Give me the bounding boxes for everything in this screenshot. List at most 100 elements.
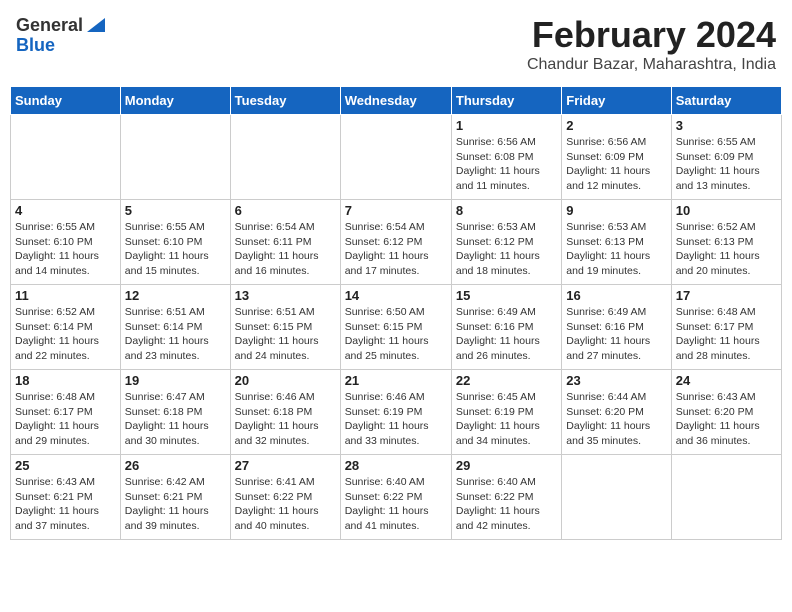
day-number: 20 (235, 373, 336, 388)
calendar-cell: 21Sunrise: 6:46 AMSunset: 6:19 PMDayligh… (340, 370, 451, 455)
day-number: 25 (15, 458, 116, 473)
weekday-header: Thursday (451, 87, 561, 115)
day-info: Sunrise: 6:51 AMSunset: 6:15 PMDaylight:… (235, 305, 336, 364)
day-info: Sunrise: 6:48 AMSunset: 6:17 PMDaylight:… (676, 305, 777, 364)
day-number: 12 (125, 288, 226, 303)
calendar-cell: 13Sunrise: 6:51 AMSunset: 6:15 PMDayligh… (230, 285, 340, 370)
day-number: 10 (676, 203, 777, 218)
weekday-header: Friday (562, 87, 671, 115)
day-number: 3 (676, 118, 777, 133)
day-info: Sunrise: 6:55 AMSunset: 6:10 PMDaylight:… (15, 220, 116, 279)
calendar-cell: 25 Sunrise: 6:43 AMSunset: 6:21 PMDayligh… (11, 455, 121, 540)
logo-blue: Blue (16, 35, 55, 55)
week-row: 11Sunrise: 6:52 AMSunset: 6:14 PMDayligh… (11, 285, 782, 370)
calendar-cell: 27 Sunrise: 6:41 AMSunset: 6:22 PMDayligh… (230, 455, 340, 540)
calendar-cell (340, 115, 451, 200)
day-info: Sunrise: 6:49 AMSunset: 6:16 PMDaylight:… (456, 305, 557, 364)
day-info: Sunrise: 6:44 AMSunset: 6:20 PMDaylight:… (566, 390, 666, 449)
calendar-cell: 9 Sunrise: 6:53 AMSunset: 6:13 PMDaylight… (562, 200, 671, 285)
calendar-cell: 22 Sunrise: 6:45 AMSunset: 6:19 PMDayligh… (451, 370, 561, 455)
day-info: Sunrise: 6:55 AMSunset: 6:10 PMDaylight:… (125, 220, 226, 279)
weekday-header-row: SundayMondayTuesdayWednesdayThursdayFrid… (11, 87, 782, 115)
day-number: 16 (566, 288, 666, 303)
day-info: Sunrise: 6:55 AMSunset: 6:09 PMDaylight:… (676, 135, 777, 194)
calendar-cell: 15Sunrise: 6:49 AMSunset: 6:16 PMDayligh… (451, 285, 561, 370)
day-number: 17 (676, 288, 777, 303)
calendar-cell (230, 115, 340, 200)
day-info: Sunrise: 6:52 AMSunset: 6:13 PMDaylight:… (676, 220, 777, 279)
weekday-header: Sunday (11, 87, 121, 115)
week-row: 18 Sunrise: 6:48 AMSunset: 6:17 PMDayligh… (11, 370, 782, 455)
calendar-cell: 28 Sunrise: 6:40 AMSunset: 6:22 PMDayligh… (340, 455, 451, 540)
calendar-cell: 18 Sunrise: 6:48 AMSunset: 6:17 PMDayligh… (11, 370, 121, 455)
day-info: Sunrise: 6:47 AMSunset: 6:18 PMDaylight:… (125, 390, 226, 449)
weekday-header: Wednesday (340, 87, 451, 115)
calendar-cell: 12 Sunrise: 6:51 AMSunset: 6:14 PMDayligh… (120, 285, 230, 370)
weekday-header: Tuesday (230, 87, 340, 115)
day-number: 21 (345, 373, 447, 388)
calendar-cell: 24Sunrise: 6:43 AMSunset: 6:20 PMDayligh… (671, 370, 781, 455)
calendar-cell: 16 Sunrise: 6:49 AMSunset: 6:16 PMDayligh… (562, 285, 671, 370)
day-info: Sunrise: 6:54 AMSunset: 6:12 PMDaylight:… (345, 220, 447, 279)
day-number: 27 (235, 458, 336, 473)
calendar-cell: 8 Sunrise: 6:53 AMSunset: 6:12 PMDaylight… (451, 200, 561, 285)
weekday-header: Monday (120, 87, 230, 115)
calendar-cell: 1 Sunrise: 6:56 AMSunset: 6:08 PMDaylight… (451, 115, 561, 200)
day-number: 1 (456, 118, 557, 133)
calendar-cell: 3 Sunrise: 6:55 AMSunset: 6:09 PMDaylight… (671, 115, 781, 200)
day-number: 14 (345, 288, 447, 303)
day-number: 26 (125, 458, 226, 473)
day-number: 7 (345, 203, 447, 218)
calendar-cell (120, 115, 230, 200)
logo: General Blue (16, 14, 105, 55)
day-number: 18 (15, 373, 116, 388)
day-info: Sunrise: 6:46 AMSunset: 6:18 PMDaylight:… (235, 390, 336, 449)
calendar-cell: 2 Sunrise: 6:56 AMSunset: 6:09 PMDaylight… (562, 115, 671, 200)
day-info: Sunrise: 6:56 AMSunset: 6:09 PMDaylight:… (566, 135, 666, 194)
day-info: Sunrise: 6:51 AMSunset: 6:14 PMDaylight:… (125, 305, 226, 364)
day-info: Sunrise: 6:40 AMSunset: 6:22 PMDaylight:… (456, 475, 557, 534)
day-info: Sunrise: 6:48 AMSunset: 6:17 PMDaylight:… (15, 390, 116, 449)
calendar-cell (671, 455, 781, 540)
day-number: 28 (345, 458, 447, 473)
day-info: Sunrise: 6:56 AMSunset: 6:08 PMDaylight:… (456, 135, 557, 194)
calendar-cell: 14 Sunrise: 6:50 AMSunset: 6:15 PMDayligh… (340, 285, 451, 370)
calendar-cell: 10 Sunrise: 6:52 AMSunset: 6:13 PMDayligh… (671, 200, 781, 285)
calendar-cell: 6Sunrise: 6:54 AMSunset: 6:11 PMDaylight… (230, 200, 340, 285)
calendar-cell (11, 115, 121, 200)
logo-icon (87, 14, 105, 32)
day-number: 29 (456, 458, 557, 473)
calendar-cell: 23 Sunrise: 6:44 AMSunset: 6:20 PMDayligh… (562, 370, 671, 455)
day-number: 9 (566, 203, 666, 218)
week-row: 25 Sunrise: 6:43 AMSunset: 6:21 PMDayligh… (11, 455, 782, 540)
weekday-header: Saturday (671, 87, 781, 115)
calendar-cell: 4 Sunrise: 6:55 AMSunset: 6:10 PMDaylight… (11, 200, 121, 285)
day-number: 4 (15, 203, 116, 218)
day-info: Sunrise: 6:45 AMSunset: 6:19 PMDaylight:… (456, 390, 557, 449)
day-info: Sunrise: 6:49 AMSunset: 6:16 PMDaylight:… (566, 305, 666, 364)
day-info: Sunrise: 6:40 AMSunset: 6:22 PMDaylight:… (345, 475, 447, 534)
calendar-cell: 17 Sunrise: 6:48 AMSunset: 6:17 PMDayligh… (671, 285, 781, 370)
day-info: Sunrise: 6:53 AMSunset: 6:13 PMDaylight:… (566, 220, 666, 279)
day-number: 6 (235, 203, 336, 218)
calendar-cell: 7 Sunrise: 6:54 AMSunset: 6:12 PMDaylight… (340, 200, 451, 285)
title-area: February 2024 Chandur Bazar, Maharashtra… (527, 14, 776, 74)
logo-general: General (16, 16, 83, 34)
calendar-cell: 20 Sunrise: 6:46 AMSunset: 6:18 PMDayligh… (230, 370, 340, 455)
day-info: Sunrise: 6:41 AMSunset: 6:22 PMDaylight:… (235, 475, 336, 534)
location-title: Chandur Bazar, Maharashtra, India (527, 56, 776, 74)
day-info: Sunrise: 6:53 AMSunset: 6:12 PMDaylight:… (456, 220, 557, 279)
day-number: 23 (566, 373, 666, 388)
day-info: Sunrise: 6:52 AMSunset: 6:14 PMDaylight:… (15, 305, 116, 364)
day-info: Sunrise: 6:43 AMSunset: 6:20 PMDaylight:… (676, 390, 777, 449)
day-number: 22 (456, 373, 557, 388)
day-number: 2 (566, 118, 666, 133)
calendar-cell: 19Sunrise: 6:47 AMSunset: 6:18 PMDayligh… (120, 370, 230, 455)
calendar-cell: 26Sunrise: 6:42 AMSunset: 6:21 PMDayligh… (120, 455, 230, 540)
day-number: 8 (456, 203, 557, 218)
day-info: Sunrise: 6:43 AMSunset: 6:21 PMDaylight:… (15, 475, 116, 534)
month-title: February 2024 (527, 14, 776, 56)
calendar-cell: 11Sunrise: 6:52 AMSunset: 6:14 PMDayligh… (11, 285, 121, 370)
day-info: Sunrise: 6:50 AMSunset: 6:15 PMDaylight:… (345, 305, 447, 364)
week-row: 1 Sunrise: 6:56 AMSunset: 6:08 PMDaylight… (11, 115, 782, 200)
